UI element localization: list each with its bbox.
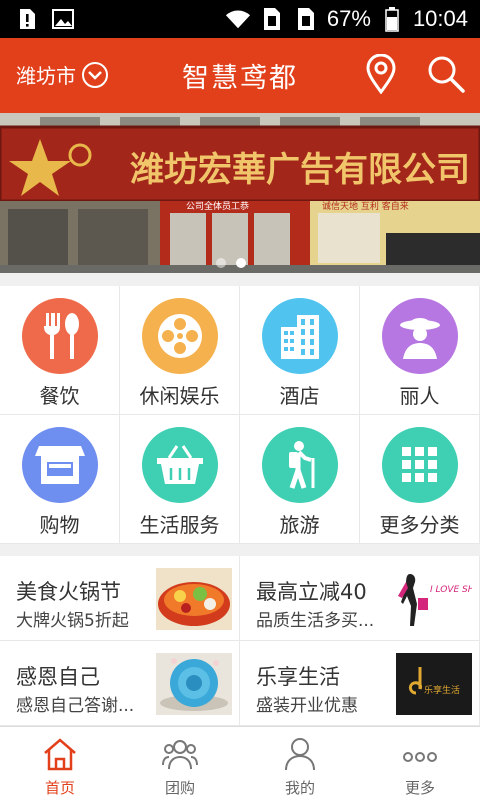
promo-subtitle: 大牌火锅5折起 [16, 611, 129, 631]
category-label: 丽人 [399, 384, 440, 408]
shopping-image: I LOVE SHOPPING [396, 568, 472, 630]
tab-home[interactable]: 首页 [0, 727, 120, 800]
category-dining[interactable]: 餐饮 [0, 286, 120, 415]
buildings-icon [261, 298, 338, 374]
city-selector[interactable]: 潍坊市 [16, 60, 108, 89]
tab-more[interactable]: 更多 [360, 727, 480, 800]
group-icon [162, 740, 198, 770]
category-label: 酒店 [279, 384, 320, 408]
promo-subtitle: 盛装开业优惠 [256, 696, 358, 716]
promo-hotpot[interactable]: 美食火锅节 大牌火锅5折起 [0, 556, 240, 641]
promo-title: 乐享生活 [256, 665, 340, 689]
banner-sub-sign-right: 诚信天地 互利 客自来 [322, 200, 409, 212]
battery-icon [379, 6, 405, 32]
sim2-signal-icon [293, 6, 319, 32]
banner-sign-text: 潍坊宏華广告有限公司 [130, 150, 470, 190]
tab-label: 更多 [404, 779, 435, 797]
battery-percent: 67% [326, 6, 371, 31]
cake-image [156, 653, 232, 715]
home-icon [44, 738, 76, 771]
promo-discount[interactable]: 最高立减40 品质生活多买... I LOVE SHOPPING [240, 556, 480, 641]
lady-hat-icon [381, 298, 458, 374]
carousel-dot-active[interactable] [236, 258, 246, 268]
category-shopping[interactable]: 购物 [0, 415, 120, 544]
logo-image-text: 乐享生活 [424, 684, 460, 696]
category-travel[interactable]: 旅游 [240, 415, 360, 544]
chevron-down-icon [82, 61, 108, 88]
carousel-dot[interactable] [216, 258, 226, 268]
grid-icon [381, 427, 458, 503]
logo-image: 乐享生活 [396, 653, 472, 715]
promo-section: 美食火锅节 大牌火锅5折起 最高立减40 品质生活多买... I LOVE SH… [0, 556, 480, 726]
promo-lexiang[interactable]: 乐享生活 盛装开业优惠 乐享生活 [240, 641, 480, 726]
image-icon [50, 6, 76, 32]
more-dots-icon [403, 752, 437, 762]
category-leisure[interactable]: 休闲娱乐 [120, 286, 240, 415]
category-hotel[interactable]: 酒店 [240, 286, 360, 415]
tab-label: 首页 [44, 779, 75, 797]
category-more[interactable]: 更多分类 [360, 415, 480, 544]
search-button[interactable] [426, 54, 466, 94]
category-label: 更多分类 [379, 513, 460, 537]
promo-subtitle: 感恩自己答谢... [16, 696, 135, 716]
category-life-service[interactable]: 生活服务 [120, 415, 240, 544]
tab-group-buy[interactable]: 团购 [120, 727, 240, 800]
app-screen: 67% 10:04 潍坊市 智慧鸢都 潍坊宏華广告有限公司 公司全体员工恭 诚信… [0, 0, 480, 800]
storefront-icon [21, 427, 98, 503]
status-bar: 67% 10:04 [0, 0, 480, 38]
person-icon [285, 738, 315, 771]
promo-subtitle: 品质生活多买... [256, 611, 375, 631]
promo-title: 最高立减40 [256, 580, 367, 604]
promo-title: 感恩自己 [16, 665, 100, 689]
tab-label: 我的 [284, 779, 315, 797]
banner-image: 潍坊宏華广告有限公司 公司全体员工恭 诚信天地 互利 客自来 [0, 113, 480, 273]
basket-icon [141, 427, 218, 503]
category-beauty[interactable]: 丽人 [360, 286, 480, 415]
location-pin-icon [366, 53, 396, 95]
hotpot-image [156, 568, 232, 630]
promo-gratitude[interactable]: 感恩自己 感恩自己答谢... [0, 641, 240, 726]
tab-label: 团购 [164, 779, 195, 797]
category-label: 生活服务 [139, 513, 220, 537]
sim1-signal-icon [259, 6, 285, 32]
title-bar: 潍坊市 智慧鸢都 [0, 38, 480, 113]
category-label: 购物 [39, 513, 80, 537]
sim-alert-icon [14, 6, 40, 32]
banner-sub-sign-left: 公司全体员工恭 [186, 200, 249, 212]
city-label: 潍坊市 [16, 64, 76, 88]
category-label: 旅游 [279, 513, 320, 537]
carousel-indicator [216, 258, 246, 268]
shopping-image-text: I LOVE SHOPPING [430, 585, 472, 595]
bottom-nav: 首页 团购 我的 更多 [0, 726, 480, 800]
wifi-icon [225, 6, 251, 32]
banner-carousel[interactable]: 潍坊宏華广告有限公司 公司全体员工恭 诚信天地 互利 客自来 [0, 113, 480, 273]
promo-title: 美食火锅节 [16, 580, 121, 604]
category-grid: 餐饮 休闲娱乐 酒店 丽人 购物 生活服务 旅游 更多分类 [0, 286, 480, 544]
location-button[interactable] [364, 53, 398, 95]
tab-mine[interactable]: 我的 [240, 727, 360, 800]
search-icon [428, 56, 465, 93]
category-label: 餐饮 [39, 384, 80, 408]
film-reel-icon [141, 298, 218, 374]
hiker-icon [261, 427, 338, 503]
fork-spoon-icon [21, 298, 98, 374]
category-label: 休闲娱乐 [139, 384, 220, 408]
clock: 10:04 [412, 6, 468, 31]
